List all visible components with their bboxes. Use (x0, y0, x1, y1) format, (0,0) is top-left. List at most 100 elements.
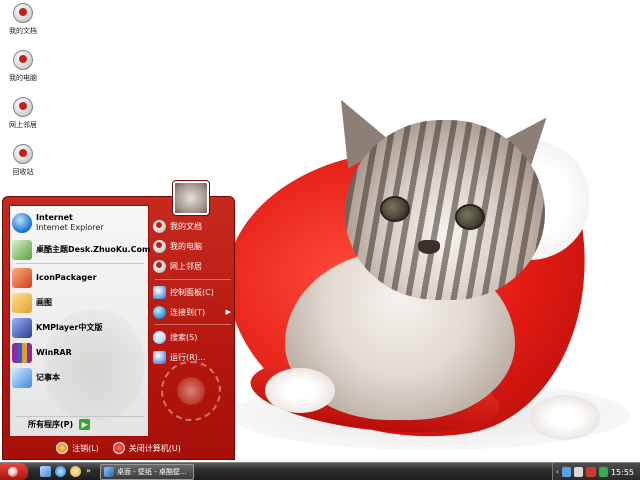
wallpaper-kitten-eye-right (455, 204, 485, 230)
volume-tray-icon[interactable] (574, 467, 584, 477)
program-label-text: 记事本 (36, 373, 60, 382)
search-icon (153, 330, 166, 344)
tray-expand-button[interactable]: ‹ (556, 468, 559, 476)
desktop-icon-label: 网上邻居 (9, 121, 37, 129)
quick-launch-more-button[interactable]: » (86, 466, 91, 475)
wallpaper-kitten-head (345, 120, 545, 300)
system-tray: ‹ 15:55 (552, 463, 640, 480)
place-label: 运行(R)... (170, 352, 206, 362)
program-label: WinRAR (36, 348, 72, 358)
program-notepad[interactable]: 记事本 (12, 367, 148, 389)
kmplayer-icon (12, 318, 32, 338)
start-menu-footer: 注销(L) 关闭计算机(U) (3, 437, 234, 459)
pinned-subtitle: Internet Explorer (36, 223, 104, 232)
media-player-icon[interactable] (70, 466, 81, 477)
my-documents-icon (153, 219, 166, 233)
menu-separator (155, 279, 231, 280)
desktop-icon-my-computer[interactable]: 我的电脑 (0, 50, 46, 83)
submenu-arrow-icon: ▶ (225, 308, 231, 316)
place-run[interactable]: 运行(R)... (153, 348, 235, 366)
notepad-icon (12, 368, 32, 388)
place-connect-to[interactable]: 连接到(T) ▶ (153, 303, 235, 321)
start-menu-places-pane: 我的文档 我的电脑 网上邻居 控制面板(C) 连接到(T) ▶ 搜索(S) 运行… (151, 211, 235, 441)
menu-separator (155, 324, 231, 325)
pinned-internet-explorer[interactable]: Internet Internet Explorer (12, 210, 148, 236)
all-programs-button[interactable]: 所有程序(P) ▶ (28, 419, 91, 430)
place-search[interactable]: 搜索(S) (153, 328, 235, 346)
taskbar-window-button[interactable]: 桌面 - 壁纸 - 桌酷壁... (100, 464, 194, 480)
start-menu: Internet Internet Explorer 桌酷主题Desk.Zhuo… (2, 196, 235, 460)
power-icon (112, 442, 125, 454)
desktop-icon-my-documents[interactable]: 我的文档 (0, 3, 46, 36)
winrar-icon (12, 343, 32, 363)
place-label: 我的文档 (170, 221, 202, 231)
place-label: 控制面板(C) (170, 287, 214, 297)
run-icon (153, 350, 166, 364)
desktop-icon-label: 我的电脑 (9, 74, 37, 82)
place-control-panel[interactable]: 控制面板(C) (153, 283, 235, 301)
logoff-button[interactable]: 注销(L) (56, 442, 99, 454)
program-paint[interactable]: 画图 (12, 292, 148, 314)
my-documents-icon (13, 3, 33, 23)
program-kmplayer[interactable]: KMPlayer中文版 (12, 317, 148, 339)
program-label: KMPlayer中文版 (36, 323, 103, 333)
shutdown-label: 关闭计算机(U) (128, 443, 181, 453)
logoff-label: 注销(L) (72, 443, 99, 453)
place-network-places[interactable]: 网上邻居 (153, 257, 235, 275)
place-my-documents[interactable]: 我的文档 (153, 217, 235, 235)
program-label-text: KMPlayer中文版 (36, 323, 103, 332)
wallpaper-kitten-paw-left (265, 368, 335, 413)
security-tray-icon[interactable] (586, 467, 596, 477)
menu-separator (16, 416, 144, 417)
start-menu-programs-pane: Internet Internet Explorer 桌酷主题Desk.Zhuo… (9, 205, 151, 437)
paint-icon (12, 293, 32, 313)
place-my-computer[interactable]: 我的电脑 (153, 237, 235, 255)
show-desktop-icon[interactable] (40, 466, 51, 477)
internet-explorer-icon[interactable] (55, 466, 66, 477)
program-label: IconPackager (36, 273, 97, 283)
place-label: 搜索(S) (170, 332, 198, 342)
window-icon (104, 467, 114, 477)
shutdown-button[interactable]: 关闭计算机(U) (112, 442, 181, 454)
pinned-label: Internet Internet Explorer (36, 213, 104, 233)
user-avatar[interactable] (172, 180, 210, 216)
recycle-bin-icon (13, 144, 33, 164)
im-tray-icon[interactable] (598, 467, 608, 477)
program-iconpackager[interactable]: IconPackager (12, 267, 148, 289)
all-programs-label: 所有程序(P) (28, 420, 74, 429)
program-label-text: IconPackager (36, 273, 97, 282)
program-label-text: 画图 (36, 298, 52, 307)
internet-explorer-icon (12, 213, 32, 233)
place-label: 网上邻居 (170, 261, 202, 271)
wallpaper-kitten-nose (418, 240, 440, 254)
ornament-glow (177, 377, 205, 405)
my-computer-icon (13, 50, 33, 70)
place-label: 连接到(T) (170, 307, 206, 317)
my-computer-icon (153, 239, 166, 253)
desktop-icon-label: 我的文档 (9, 27, 37, 35)
program-zhuoku-theme[interactable]: 桌酷主题Desk.ZhuoKu.Com (12, 239, 151, 261)
program-label: 画图 (36, 298, 52, 308)
desktop-icon-label: 回收站 (12, 168, 34, 176)
arrow-right-icon: ▶ (79, 419, 91, 430)
program-label: 记事本 (36, 373, 60, 383)
taskbar: » 桌面 - 壁纸 - 桌酷壁... ‹ 15:55 (0, 462, 640, 480)
program-label-text: WinRAR (36, 348, 72, 357)
control-panel-icon (153, 285, 166, 299)
start-button[interactable] (0, 463, 28, 480)
zhuoku-theme-icon (12, 240, 32, 260)
wallpaper-kitten-eye-left (380, 196, 410, 222)
network-places-icon (153, 259, 166, 273)
connect-to-icon (153, 305, 166, 319)
desktop-icon-network-places[interactable]: 网上邻居 (0, 97, 46, 130)
program-winrar[interactable]: WinRAR (12, 342, 148, 364)
pinned-title: Internet (36, 213, 73, 222)
program-label-text: 桌酷主题Desk.ZhuoKu.Com (36, 245, 151, 254)
desktop-icon-recycle-bin[interactable]: 回收站 (0, 144, 46, 177)
network-tray-icon[interactable] (561, 467, 572, 477)
taskbar-window-label: 桌面 - 壁纸 - 桌酷壁... (117, 468, 187, 476)
iconpackager-icon (12, 268, 32, 288)
network-places-icon (13, 97, 33, 117)
clock[interactable]: 15:55 (611, 468, 634, 477)
menu-separator (16, 263, 144, 264)
